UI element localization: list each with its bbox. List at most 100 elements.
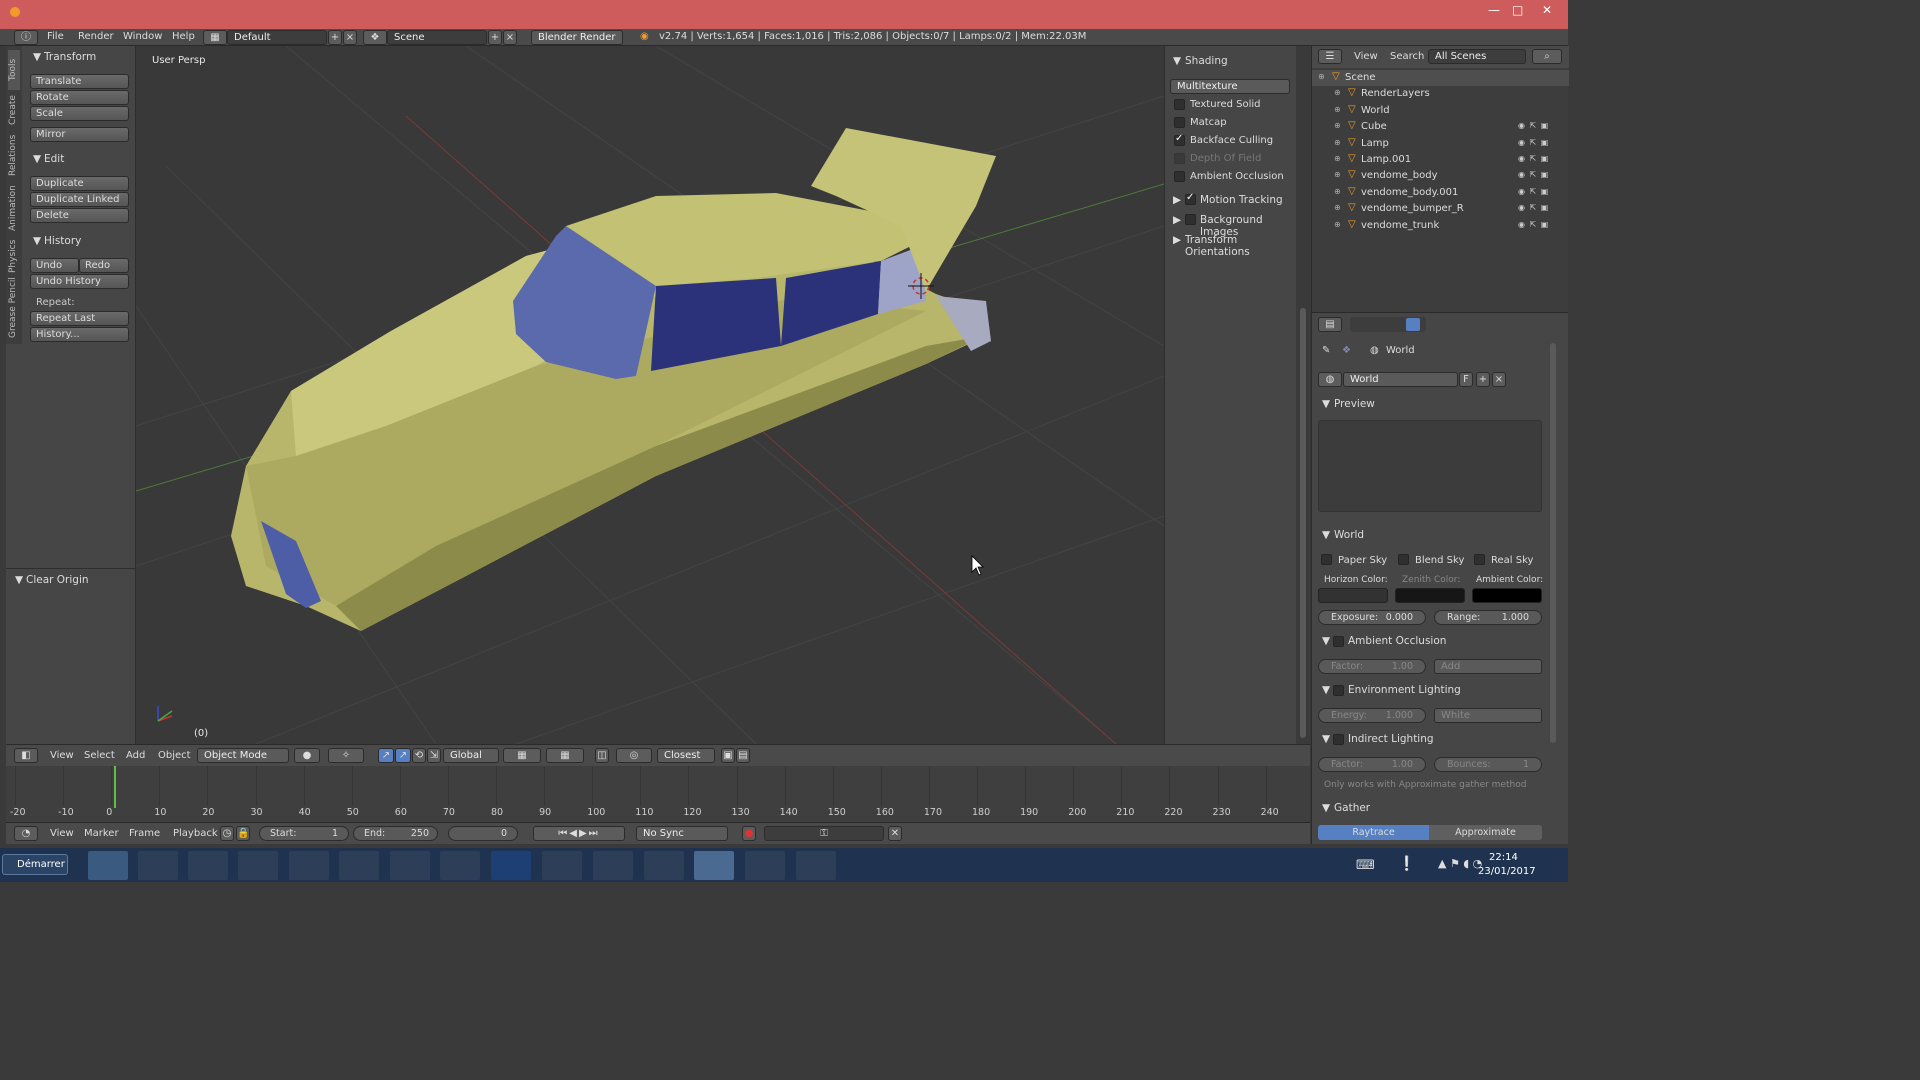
- layout-name-field[interactable]: Default: [227, 30, 327, 45]
- pivot-icon[interactable]: ✧: [328, 748, 364, 763]
- skype-icon[interactable]: [644, 851, 684, 880]
- ao-blend-select[interactable]: Add: [1434, 659, 1542, 674]
- manipulator-icon[interactable]: ↗: [378, 748, 394, 763]
- app-icon[interactable]: [745, 851, 785, 880]
- menu-view[interactable]: View: [50, 750, 74, 761]
- motion-tracking-title[interactable]: Motion Tracking: [1200, 194, 1283, 206]
- outliner-item[interactable]: ⊕ ▽ vendome_body.001 ◉ ⇱ ▣: [1312, 185, 1569, 201]
- preview-range-icon[interactable]: ◷: [220, 826, 234, 841]
- timeline-menu-frame[interactable]: Frame: [129, 828, 160, 839]
- current-frame-field[interactable]: 0: [448, 826, 518, 841]
- render-icon[interactable]: ▣: [721, 748, 735, 763]
- scrollbar-thumb[interactable]: [1300, 308, 1306, 738]
- env-energy-field[interactable]: Energy: 1.000: [1318, 708, 1426, 723]
- chevron-down-icon[interactable]: ▼: [1322, 733, 1330, 745]
- visibility-icons[interactable]: ◉ ⇱ ▣: [1518, 170, 1549, 179]
- scale-button[interactable]: Scale: [30, 106, 129, 121]
- proportional-edit-icon[interactable]: ◎: [616, 748, 652, 763]
- outliner-item[interactable]: ⊕ ▽ World: [1312, 103, 1569, 119]
- menu-render[interactable]: Render: [78, 31, 114, 42]
- undo-button[interactable]: Undo: [30, 258, 79, 273]
- end-frame-field[interactable]: End: 250: [353, 826, 438, 841]
- orientation-select[interactable]: Global: [443, 748, 499, 763]
- matcap-checkbox[interactable]: [1174, 117, 1185, 128]
- translate-button[interactable]: Translate: [30, 74, 129, 89]
- notification-icon[interactable]: ❕: [1398, 856, 1415, 872]
- file-explorer-icon[interactable]: [88, 851, 128, 880]
- car-model[interactable]: [231, 128, 996, 631]
- expand-icon[interactable]: ⊕: [1334, 138, 1341, 147]
- insert-keyframe-icon[interactable]: ✕: [888, 826, 902, 841]
- viewport-shading-icon[interactable]: ●: [294, 748, 320, 763]
- outliner-item[interactable]: ⊕ ▽ Lamp ◉ ⇱ ▣: [1312, 136, 1569, 152]
- fake-user-button[interactable]: F: [1459, 372, 1473, 387]
- range-field[interactable]: Range: 1.000: [1434, 610, 1542, 625]
- delete-button[interactable]: Delete: [30, 208, 129, 223]
- chevron-right-icon[interactable]: ▶: [1173, 234, 1181, 246]
- gather-title[interactable]: Gather: [1334, 802, 1370, 814]
- ambient-occlusion-checkbox[interactable]: [1174, 171, 1185, 182]
- record-icon[interactable]: ●: [742, 826, 756, 841]
- keying-set-field[interactable]: ⚿: [764, 826, 884, 841]
- exposure-field[interactable]: Exposure: 0.000: [1318, 610, 1426, 625]
- render-anim-icon[interactable]: ▤: [736, 748, 750, 763]
- last-operator-title[interactable]: Clear Origin: [26, 574, 89, 586]
- ao-panel-title[interactable]: Ambient Occlusion: [1348, 635, 1446, 647]
- raytrace-button[interactable]: Raytrace: [1318, 825, 1429, 840]
- properties-editor-icon[interactable]: ▤: [1318, 317, 1342, 332]
- outliner-item[interactable]: ⊕ ▽ RenderLayers: [1312, 86, 1569, 102]
- tray-icons[interactable]: ▲ ⚑ ◖ ◔: [1438, 857, 1482, 870]
- chevron-right-icon[interactable]: ▶: [1173, 214, 1181, 226]
- world-name-field[interactable]: World: [1343, 372, 1458, 387]
- tab-physics[interactable]: Physics: [8, 236, 20, 276]
- render-engine-select[interactable]: Blender Render: [531, 30, 623, 45]
- scale-manipulator-icon[interactable]: ⇲: [427, 748, 441, 763]
- menu-help[interactable]: Help: [172, 31, 195, 42]
- new-world-icon[interactable]: +: [1476, 372, 1490, 387]
- real-sky-checkbox[interactable]: [1474, 554, 1485, 565]
- xnview-icon[interactable]: [238, 851, 278, 880]
- editor-type-icon[interactable]: ◧: [14, 748, 38, 763]
- expand-icon[interactable]: ⊕: [1334, 203, 1341, 212]
- remove-scene-icon[interactable]: ×: [503, 30, 517, 45]
- tab-relations[interactable]: Relations: [8, 130, 20, 180]
- timeline-menu-playback[interactable]: Playback: [173, 828, 218, 839]
- env-color-select[interactable]: White: [1434, 708, 1542, 723]
- pin-icon[interactable]: ✎: [1322, 345, 1330, 356]
- maximize-button[interactable]: □: [1512, 3, 1523, 17]
- shading-mode-select[interactable]: Multitexture: [1170, 79, 1290, 94]
- splash-app-icon[interactable]: [796, 851, 836, 880]
- chevron-down-icon[interactable]: ▼: [1322, 635, 1330, 647]
- layout-icon[interactable]: ▦: [203, 30, 227, 45]
- close-button[interactable]: ✕: [1542, 3, 1552, 17]
- panel-history-title[interactable]: History: [44, 235, 81, 247]
- expand-icon[interactable]: ⊕: [1334, 154, 1341, 163]
- chevron-down-icon[interactable]: ▼: [1322, 802, 1330, 814]
- paper-sky-checkbox[interactable]: [1321, 554, 1332, 565]
- indirect-lighting-checkbox[interactable]: [1333, 734, 1344, 745]
- ao-factor-field[interactable]: Factor: 1.00: [1318, 659, 1426, 674]
- chevron-down-icon[interactable]: ▼: [1322, 684, 1330, 696]
- scene-name-field[interactable]: Scene: [387, 30, 487, 45]
- chevron-down-icon[interactable]: ▼: [1173, 55, 1181, 67]
- properties-context-tabs[interactable]: [1350, 317, 1426, 332]
- eye-app-icon[interactable]: [138, 851, 178, 880]
- menu-object[interactable]: Object: [158, 750, 191, 761]
- depth-of-field-checkbox[interactable]: [1174, 153, 1185, 164]
- sync-select[interactable]: No Sync: [636, 826, 728, 841]
- world-tab-icon[interactable]: [1406, 318, 1420, 331]
- visibility-icons[interactable]: ◉ ⇱ ▣: [1518, 121, 1549, 130]
- expand-icon[interactable]: ⊕: [1334, 187, 1341, 196]
- menu-file[interactable]: File: [47, 31, 64, 42]
- horizon-color-swatch[interactable]: [1318, 588, 1388, 603]
- layer-lock-icon[interactable]: ◫: [595, 748, 609, 763]
- remove-layout-icon[interactable]: ×: [343, 30, 357, 45]
- outliner-editor-icon[interactable]: ☰: [1318, 49, 1342, 64]
- panel-edit-title[interactable]: Edit: [44, 153, 64, 165]
- chrome-icon[interactable]: [542, 851, 582, 880]
- dropbox-icon[interactable]: [188, 851, 228, 880]
- visibility-icons[interactable]: ◉ ⇱ ▣: [1518, 154, 1549, 163]
- bounces-field[interactable]: Bounces: 1: [1434, 757, 1542, 772]
- redo-button[interactable]: Redo: [79, 258, 129, 273]
- outliner-item[interactable]: ⊕ ▽ vendome_body ◉ ⇱ ▣: [1312, 168, 1569, 184]
